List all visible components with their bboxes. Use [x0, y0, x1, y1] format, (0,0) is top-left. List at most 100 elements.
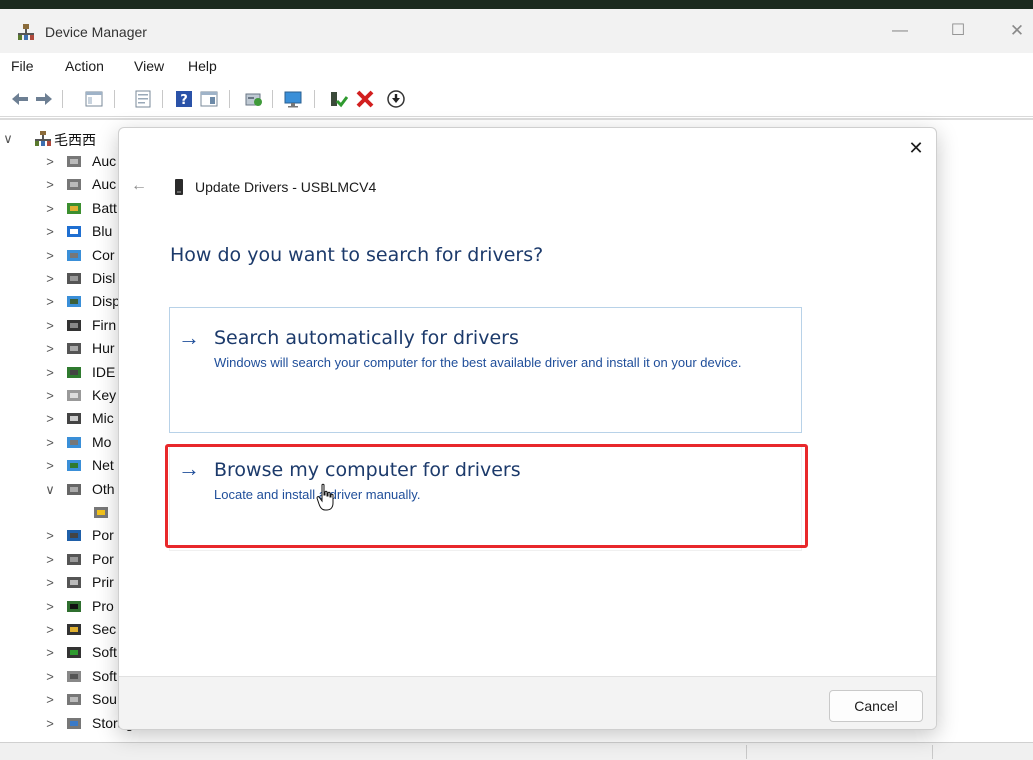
- toolbar-separator: [314, 90, 315, 108]
- network-icon: [67, 460, 81, 472]
- expand-chevron-icon[interactable]: >: [44, 622, 56, 637]
- help-icon[interactable]: ?: [174, 89, 194, 109]
- display-adapter-icon: [67, 296, 81, 308]
- expand-chevron-icon[interactable]: >: [44, 669, 56, 684]
- menu-file[interactable]: File: [11, 58, 34, 74]
- expand-chevron-icon[interactable]: >: [44, 177, 56, 192]
- forward-icon[interactable]: [34, 89, 54, 109]
- expand-chevron-icon[interactable]: >: [44, 341, 56, 356]
- keyboard-icon: [67, 390, 81, 401]
- toolbar-separator: [114, 90, 115, 108]
- firmware-icon: [67, 319, 81, 331]
- toolbar-separator: [229, 90, 230, 108]
- browse-computer-option[interactable]: → Browse my computer for drivers Locate …: [169, 444, 802, 551]
- view-icon[interactable]: [199, 89, 219, 109]
- printer-icon: [67, 577, 81, 589]
- expand-chevron-icon[interactable]: >: [44, 154, 56, 169]
- expand-chevron-icon[interactable]: >: [44, 411, 56, 426]
- menu-view[interactable]: View: [134, 58, 164, 74]
- expand-chevron-icon[interactable]: >: [44, 201, 56, 216]
- expand-chevron-icon[interactable]: >: [44, 294, 56, 309]
- properties-icon[interactable]: [133, 89, 153, 109]
- expand-chevron-icon[interactable]: >: [44, 248, 56, 263]
- computer-icon: [67, 249, 81, 261]
- tree-item-label: Por: [92, 527, 114, 544]
- collapse-chevron-icon[interactable]: ∨: [2, 131, 14, 147]
- expand-chevron-icon[interactable]: >: [44, 458, 56, 473]
- portable-device-icon: [67, 530, 81, 542]
- status-separator: [932, 745, 933, 759]
- option-description: Locate and install a driver manually.: [214, 487, 421, 502]
- window-title: Device Manager: [45, 24, 147, 40]
- dialog-close-button[interactable]: ✕: [902, 134, 930, 162]
- collapse-chevron-icon[interactable]: ∨: [44, 482, 56, 498]
- back-icon[interactable]: [10, 89, 30, 109]
- tree-item-label: Soft: [92, 644, 117, 661]
- security-icon: [67, 624, 81, 635]
- status-bar: [0, 742, 1033, 760]
- minimize-button[interactable]: —: [888, 19, 912, 43]
- expand-chevron-icon[interactable]: >: [44, 552, 56, 567]
- scan-hardware-icon[interactable]: [244, 89, 264, 109]
- tree-item-label: Auc: [92, 153, 117, 169]
- expand-chevron-icon[interactable]: >: [44, 271, 56, 286]
- bluetooth-icon: [67, 226, 81, 238]
- dialog-title: Update Drivers - USBLMCV4: [195, 179, 377, 195]
- expand-chevron-icon[interactable]: >: [44, 318, 56, 333]
- menu-help[interactable]: Help: [188, 58, 217, 74]
- search-automatically-option[interactable]: → Search automatically for drivers Windo…: [169, 307, 802, 433]
- arrow-right-icon: →: [178, 325, 200, 350]
- tree-item-label: Mic: [92, 410, 114, 427]
- toolbar: ?: [0, 81, 1033, 117]
- toolbar-separator: [272, 90, 273, 108]
- title-strip: [0, 0, 1033, 9]
- toolbar-separator: [162, 90, 163, 108]
- enable-device-icon[interactable]: [328, 89, 348, 109]
- uninstall-device-icon[interactable]: [355, 89, 375, 109]
- mouse-icon: [67, 413, 81, 425]
- expand-chevron-icon[interactable]: >: [44, 716, 56, 731]
- tree-item-label: Oth: [92, 480, 115, 497]
- battery-icon: [67, 202, 81, 214]
- cancel-button[interactable]: Cancel: [829, 690, 923, 722]
- tree-item-label: IDE: [92, 363, 116, 380]
- expand-chevron-icon[interactable]: >: [44, 599, 56, 614]
- device-manager-icon: [18, 24, 34, 40]
- show-hide-console-tree-icon[interactable]: [84, 89, 104, 109]
- option-title: Browse my computer for drivers: [214, 459, 521, 481]
- disable-device-icon[interactable]: [386, 89, 406, 109]
- storage-icon: [67, 717, 81, 729]
- sound-icon: [67, 694, 81, 706]
- back-arrow-icon[interactable]: ←: [127, 174, 151, 198]
- expand-chevron-icon[interactable]: >: [44, 435, 56, 450]
- tree-item-label: Auc: [92, 176, 117, 193]
- processor-icon: [67, 600, 81, 612]
- menu-action[interactable]: Action: [65, 58, 104, 74]
- expand-chevron-icon[interactable]: >: [44, 365, 56, 380]
- tree-item-label: Prir: [92, 574, 114, 591]
- expand-chevron-icon[interactable]: >: [44, 224, 56, 239]
- tree-item-label: Soft: [92, 667, 117, 684]
- expand-chevron-icon[interactable]: >: [44, 528, 56, 543]
- option-title: Search automatically for drivers: [214, 327, 519, 349]
- maximize-button[interactable]: ☐: [946, 19, 970, 43]
- tree-item-label: Hur: [92, 340, 115, 357]
- tree-item-label: Disl: [92, 270, 116, 286]
- tree-item-label: Firn: [92, 316, 117, 333]
- expand-chevron-icon[interactable]: >: [44, 575, 56, 590]
- tree-item-label: Key: [92, 387, 117, 403]
- expand-chevron-icon[interactable]: >: [44, 388, 56, 403]
- tree-item-label: Pro: [92, 597, 114, 614]
- tree-item-label: Mo: [92, 433, 112, 450]
- expand-chevron-icon[interactable]: >: [44, 692, 56, 707]
- expand-chevron-icon[interactable]: >: [44, 645, 56, 660]
- tree-item-label: Sou: [92, 691, 117, 708]
- display-icon[interactable]: [283, 89, 303, 109]
- window-close-button[interactable]: ✕: [1005, 19, 1029, 43]
- disk-icon: [67, 273, 81, 284]
- option-description: Windows will search your computer for th…: [214, 355, 742, 370]
- dialog-heading: How do you want to search for drivers?: [170, 244, 544, 266]
- dialog-footer: Cancel: [119, 676, 936, 729]
- tree-item-label: Cor: [92, 246, 115, 263]
- title-bar: Device Manager — ☐ ✕: [0, 9, 1033, 53]
